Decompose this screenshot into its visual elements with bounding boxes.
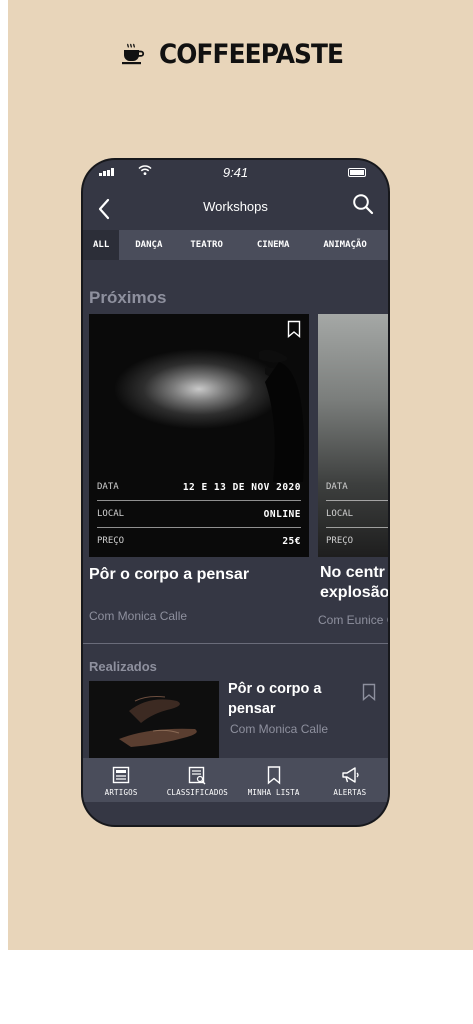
tab-teatro[interactable]: TEATRO [176, 230, 237, 260]
megaphone-icon [342, 767, 359, 783]
nav-item-articles[interactable]: ARTIGOS [83, 758, 159, 802]
articles-icon [112, 766, 130, 784]
battery-icon [348, 168, 366, 177]
section-divider [83, 643, 388, 644]
bookmark-icon[interactable] [362, 683, 376, 701]
tab-danca[interactable]: DANÇA [119, 230, 176, 260]
hands-silhouette [259, 349, 304, 482]
tab-animacao[interactable]: ANIMAÇÃO [303, 230, 366, 260]
tab-cinema[interactable]: CINEMA [237, 230, 304, 260]
bottom-navigation: ARTIGOS CLASSIFICADOS MINHA LISTA ALERTA… [83, 758, 388, 802]
info-value: 12 E 13 DE NOV 2020 [182, 481, 301, 493]
section-title-upcoming: Próximos [89, 288, 167, 307]
section-title-past: Realizados [89, 659, 157, 674]
workshop-card[interactable]: DATA LOCAL PREÇO No centr explosão Com E… [318, 314, 388, 627]
info-label: PREÇO [326, 536, 354, 546]
info-row-date: DATA 12 E 13 DE NOV 2020 [97, 474, 301, 500]
status-bar: 9:41 [83, 160, 388, 184]
workshop-image: DATA LOCAL PREÇO [318, 314, 388, 557]
bookmark-icon [267, 766, 280, 785]
search-icon[interactable] [352, 193, 374, 215]
info-label: DATA [97, 482, 119, 492]
past-workshop-author: Com Monica Calle [230, 722, 329, 736]
coffee-cup-icon [122, 43, 145, 65]
info-label: DATA [326, 482, 348, 492]
workshop-image: DATA 12 E 13 DE NOV 2020 LOCAL ONLINE PR… [89, 314, 309, 557]
info-row-location: LOCAL ONLINE [97, 500, 301, 527]
info-label: PREÇO [97, 536, 125, 546]
info-label: LOCAL [326, 509, 354, 519]
bookmark-icon[interactable] [287, 320, 301, 338]
nav-item-my-list[interactable]: MINHA LISTA [236, 758, 312, 802]
past-workshop-title: Pôr o corpo a pensar [228, 681, 322, 717]
workshop-author: Com Monica Calle [89, 609, 188, 623]
page-title: Workshops [203, 199, 268, 214]
info-row-price: PREÇO [326, 527, 388, 554]
brand-name: COFFEEPASTE [159, 38, 344, 70]
past-workshop-image [89, 681, 219, 761]
workshop-title: Pôr o corpo a pensar [89, 566, 250, 583]
info-label: LOCAL [97, 509, 125, 519]
nav-item-alerts[interactable]: ALERTAS [312, 758, 388, 802]
info-value: ONLINE [263, 508, 301, 520]
info-row-date: DATA [326, 474, 388, 500]
classifieds-icon [189, 766, 206, 785]
status-time: 9:41 [222, 165, 249, 180]
phone-frame: 9:41 Workshops ALL DANÇA TEATRO CINEMA A… [81, 158, 390, 827]
nav-label: MINHA LISTA [247, 788, 300, 797]
workshop-card[interactable]: DATA 12 E 13 DE NOV 2020 LOCAL ONLINE PR… [89, 314, 309, 623]
past-workshop-item[interactable]: Pôr o corpo a pensar Com Monica Calle [89, 681, 388, 761]
info-value: 25€ [282, 535, 301, 547]
category-tabs: ALL DANÇA TEATRO CINEMA ANIMAÇÃO [83, 230, 388, 260]
hands-photo [89, 681, 219, 761]
app-screen: 9:41 Workshops ALL DANÇA TEATRO CINEMA A… [83, 160, 388, 825]
info-row-price: PREÇO 25€ [97, 527, 301, 554]
nav-label: ARTIGOS [104, 788, 138, 797]
nav-label: ALERTAS [333, 788, 367, 797]
nav-label: CLASSIFICADOS [166, 788, 229, 797]
workshop-title: No centr explosão [320, 564, 388, 601]
brand-header: COFFEEPASTE [0, 38, 473, 70]
tab-all[interactable]: ALL [83, 230, 120, 260]
info-row-location: LOCAL [326, 500, 388, 527]
app-header: Workshops [83, 186, 388, 230]
nav-item-classifieds[interactable]: CLASSIFICADOS [159, 758, 235, 802]
workshop-author: Com Eunice C [318, 613, 388, 627]
